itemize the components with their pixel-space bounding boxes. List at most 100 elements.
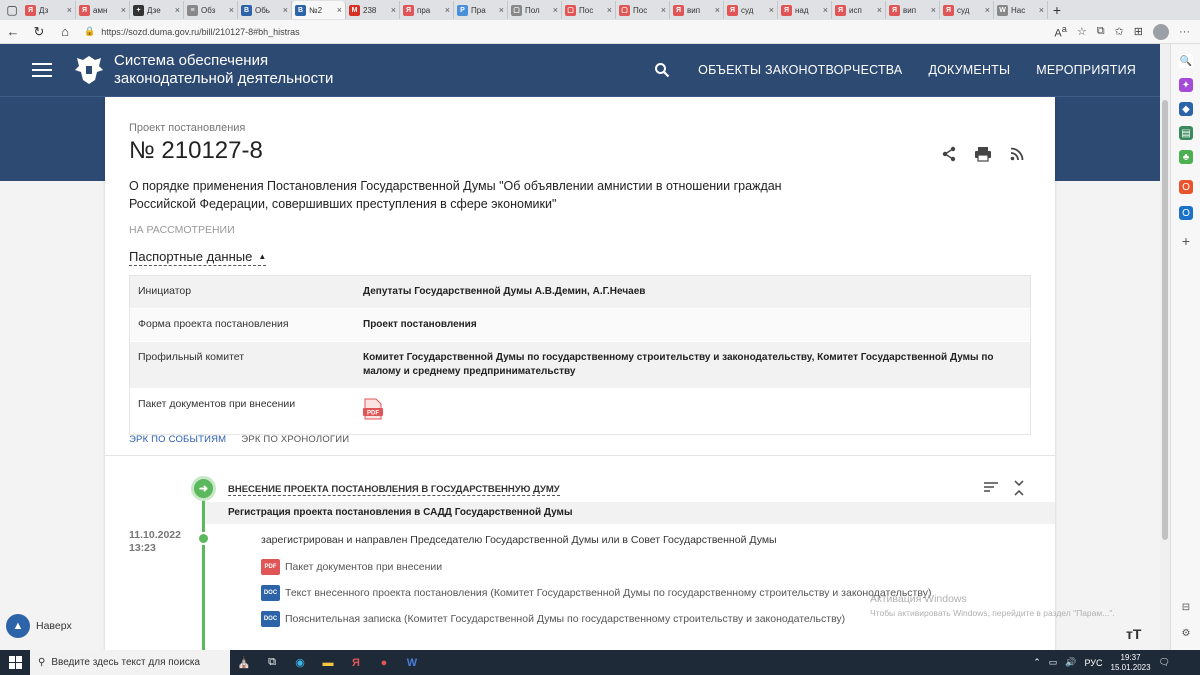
edge-browser-icon[interactable]: ◉	[286, 650, 314, 675]
back-icon[interactable]: ←	[0, 24, 26, 39]
sort-icon[interactable]	[983, 480, 999, 499]
browser-tab[interactable]: Яисп ×	[832, 1, 886, 19]
close-tab-icon[interactable]: ×	[823, 5, 828, 15]
scrollbar-thumb[interactable]	[1162, 100, 1168, 540]
word-icon[interactable]: W	[398, 650, 426, 675]
tag-icon[interactable]: ◆	[1179, 102, 1193, 116]
reload-icon[interactable]: ↻	[26, 24, 52, 40]
new-tab-button[interactable]: +	[1048, 2, 1066, 18]
outlook-icon[interactable]: O	[1179, 206, 1193, 220]
close-tab-icon[interactable]: ×	[175, 5, 180, 15]
close-tab-icon[interactable]: ×	[67, 5, 72, 15]
browser-tab[interactable]: ≡ Обз ×	[184, 1, 238, 19]
nav-events[interactable]: МЕРОПРИЯТИЯ	[1036, 63, 1136, 77]
settings-icon[interactable]: ⚙	[1179, 626, 1193, 640]
browser-tab[interactable]: М 238 ×	[346, 1, 400, 19]
back-to-top-button[interactable]: ▲ Наверх	[6, 614, 72, 638]
browser-tab[interactable]: ▢ Пос ×	[562, 1, 616, 19]
input-language[interactable]: РУС	[1084, 658, 1102, 668]
browser-tab[interactable]: ▢ Пос ×	[616, 1, 670, 19]
sparkle-icon[interactable]: ✦	[1179, 78, 1193, 92]
close-tab-icon[interactable]: ×	[445, 5, 450, 15]
close-tab-icon[interactable]: ×	[553, 5, 558, 15]
menu-icon[interactable]	[32, 63, 52, 77]
browser-tab[interactable]: Ясуд ×	[724, 1, 778, 19]
search-icon[interactable]	[652, 60, 672, 80]
timeline-stage[interactable]: ВНЕСЕНИЕ ПРОЕКТА ПОСТАНОВЛЕНИЯ В ГОСУДАР…	[228, 484, 560, 496]
document-link[interactable]: PDF Пакет документов при внесении	[261, 559, 442, 575]
share-icon[interactable]	[939, 145, 959, 163]
browser-tab[interactable]: Яамн ×	[76, 1, 130, 19]
favorites-icon[interactable]: ✩	[1115, 25, 1124, 38]
add-icon[interactable]: +	[1179, 233, 1193, 249]
document-link[interactable]: DOC Пояснительная записка (Комитет Госуд…	[261, 611, 845, 627]
games-icon[interactable]: ♣	[1179, 150, 1193, 164]
url-field[interactable]: 🔒 https://sozd.duma.gov.ru/bill/210127-8…	[84, 23, 944, 41]
home-icon[interactable]: ⌂	[52, 24, 78, 39]
browser-tab[interactable]: Явип ×	[670, 1, 724, 19]
browser-tab[interactable]: ▢ Пол ×	[508, 1, 562, 19]
browser-tab[interactable]: Япра ×	[400, 1, 454, 19]
read-aloud-icon[interactable]: Aa	[1054, 24, 1066, 40]
file-explorer-icon[interactable]: ▬	[314, 650, 342, 675]
browser-tab[interactable]: Явип ×	[886, 1, 940, 19]
close-tab-icon[interactable]: ×	[931, 5, 936, 15]
network-icon[interactable]: ▭	[1049, 657, 1058, 668]
pdf-file-icon[interactable]: PDF	[363, 398, 383, 420]
taskbar-clock[interactable]: 19:37 15.01.2023	[1111, 653, 1151, 673]
favorite-star-icon[interactable]: ☆	[1077, 25, 1087, 38]
collapse-icon[interactable]	[1013, 480, 1025, 499]
page-scrollbar[interactable]	[1160, 44, 1170, 650]
browser-tab[interactable]: B Обь ×	[238, 1, 292, 19]
close-tab-icon[interactable]: ×	[769, 5, 774, 15]
browser-tab[interactable]: Янад ×	[778, 1, 832, 19]
profile-avatar[interactable]	[1153, 23, 1169, 40]
taskbar-search-field[interactable]: ⚲ Введите здесь текст для поиска	[30, 650, 230, 675]
toolbox-icon[interactable]: ▤	[1179, 126, 1193, 140]
close-tab-icon[interactable]: ×	[337, 5, 342, 15]
nav-documents[interactable]: ДОКУМЕНТЫ	[928, 63, 1010, 77]
tab-erk-chronology[interactable]: ЭРК ПО ХРОНОЛОГИИ	[241, 434, 349, 453]
windows-start-icon[interactable]	[0, 656, 30, 669]
collections-icon[interactable]: ⧉	[1097, 25, 1105, 38]
browser-tab[interactable]: P Пра ×	[454, 1, 508, 19]
close-tab-icon[interactable]: ×	[121, 5, 126, 15]
close-tab-icon[interactable]: ×	[1039, 5, 1044, 15]
yandex-icon[interactable]: Я	[342, 650, 370, 675]
browser-tab[interactable]: B №2 ×	[292, 1, 346, 19]
close-tab-icon[interactable]: ×	[229, 5, 234, 15]
browser-tab[interactable]: W Нас ×	[994, 1, 1048, 19]
close-tab-icon[interactable]: ×	[985, 5, 990, 15]
volume-icon[interactable]: 🔊	[1065, 657, 1076, 668]
tray-chevron-icon[interactable]: ⌃	[1033, 657, 1041, 668]
tab-erk-events[interactable]: ЭРК ПО СОБЫТИЯМ	[129, 434, 226, 453]
passport-toggle[interactable]: Паспортные данные ▲	[129, 249, 267, 266]
yandex-browser-icon[interactable]: ●	[370, 650, 398, 675]
split-screen-icon[interactable]: ⊟	[1179, 600, 1193, 614]
close-tab-icon[interactable]: ×	[607, 5, 612, 15]
print-icon[interactable]	[973, 145, 993, 163]
document-link[interactable]: DOC Текст внесенного проекта постановлен…	[261, 585, 931, 601]
tab-actions-icon[interactable]: ▢	[2, 1, 22, 19]
rss-icon[interactable]	[1007, 145, 1027, 163]
close-tab-icon[interactable]: ×	[283, 5, 288, 15]
close-tab-icon[interactable]: ×	[877, 5, 882, 15]
office-icon[interactable]: O	[1179, 180, 1193, 194]
task-view-icon[interactable]: ⧉	[258, 650, 286, 675]
more-menu-icon[interactable]: ···	[1179, 26, 1190, 38]
nav-objects[interactable]: ОБЪЕКТЫ ЗАКОНОТВОРЧЕСТВА	[698, 63, 902, 77]
weather-widget-icon[interactable]: ⛪	[230, 650, 258, 675]
extensions-icon[interactable]: ⊞	[1134, 25, 1143, 38]
notifications-icon[interactable]: 🗨	[1159, 657, 1170, 668]
search-icon[interactable]: 🔍	[1179, 54, 1193, 68]
site-title[interactable]: Система обеспечения законодательной деят…	[114, 52, 354, 88]
close-tab-icon[interactable]: ×	[715, 5, 720, 15]
close-tab-icon[interactable]: ×	[391, 5, 396, 15]
browser-tab[interactable]: Я Дз ×	[22, 1, 76, 19]
browser-tab[interactable]: + Дзе ×	[130, 1, 184, 19]
browser-tab[interactable]: Ясуд ×	[940, 1, 994, 19]
coat-of-arms-logo[interactable]	[72, 51, 106, 89]
font-size-icon[interactable]: ᴛT	[1126, 626, 1141, 642]
close-tab-icon[interactable]: ×	[661, 5, 666, 15]
close-tab-icon[interactable]: ×	[499, 5, 504, 15]
